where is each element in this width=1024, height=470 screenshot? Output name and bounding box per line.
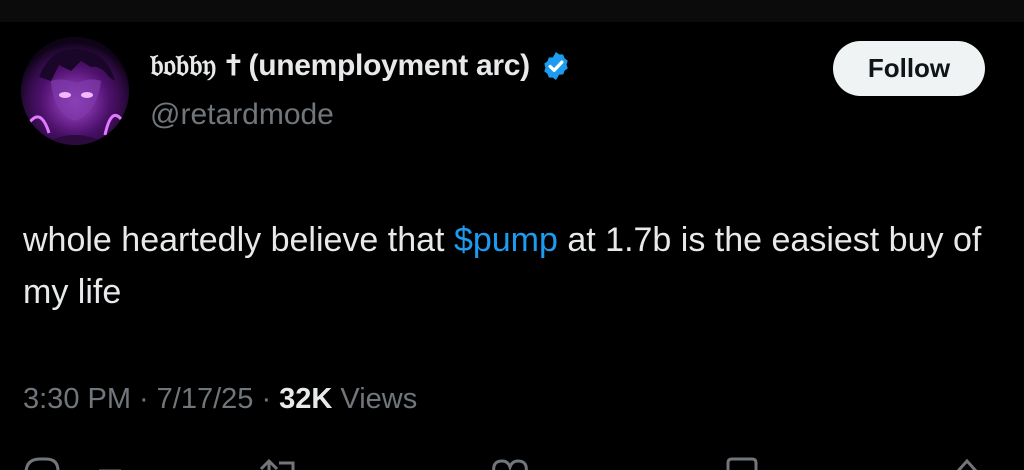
- meta-separator: ·: [139, 383, 149, 415]
- verified-badge-icon: [544, 51, 568, 80]
- reply-count-icon: [99, 469, 121, 470]
- avatar[interactable]: [21, 37, 129, 145]
- display-name-main: (unemployment arc): [248, 48, 531, 82]
- cashtag-link[interactable]: $pump: [454, 221, 558, 259]
- views-count: 32K: [279, 383, 333, 415]
- tweet-time[interactable]: 3:30 PM: [23, 383, 131, 416]
- display-name[interactable]: 𝔟𝔬𝔟𝔟𝔶 ✝ (unemployment arc): [150, 48, 572, 83]
- share-icon[interactable]: [952, 455, 982, 470]
- meta-separator: ·: [261, 383, 272, 415]
- anime-avatar-icon: [21, 37, 129, 145]
- follow-button[interactable]: Follow: [833, 41, 985, 96]
- tweet-meta: 3:30 PM · 7/17/25 · 32K Views: [23, 383, 417, 416]
- tweet-date[interactable]: 7/17/25: [157, 383, 254, 416]
- tweet-text-before: whole heartedly believe that: [23, 221, 454, 259]
- action-bar: [0, 455, 1024, 470]
- retweet-icon[interactable]: [255, 455, 299, 470]
- top-strip: [0, 0, 1024, 22]
- tweet-card: 𝔟𝔬𝔟𝔟𝔶 ✝ (unemployment arc) @retardmode F…: [0, 0, 1024, 470]
- views-label: Views: [340, 383, 418, 415]
- user-handle[interactable]: @retardmode: [150, 98, 334, 132]
- display-name-prefix: 𝔟𝔬𝔟𝔟𝔶 ✝: [150, 48, 241, 83]
- reply-icon[interactable]: [22, 455, 62, 470]
- like-icon[interactable]: [488, 455, 532, 470]
- tweet-text: whole heartedly believe that $pump at 1.…: [23, 214, 983, 318]
- bookmark-icon[interactable]: [722, 455, 762, 470]
